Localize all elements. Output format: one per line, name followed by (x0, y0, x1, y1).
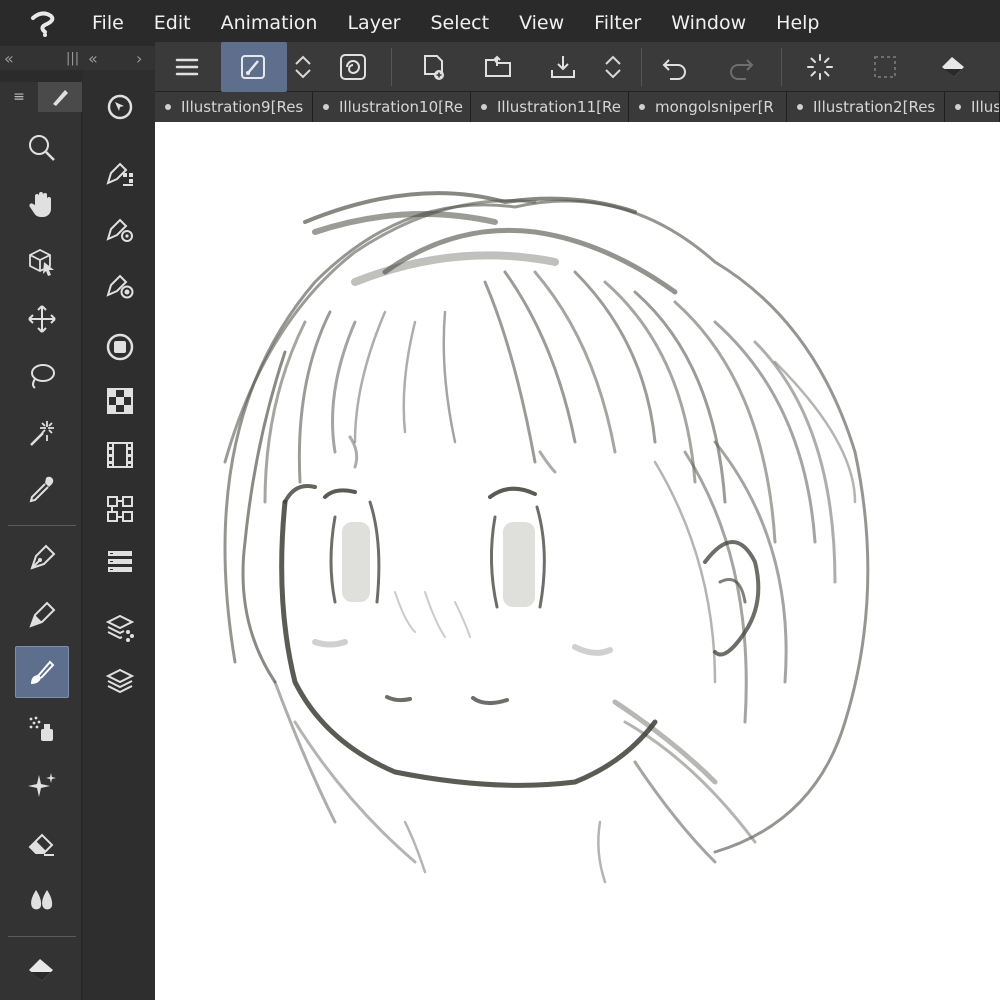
menu-file[interactable]: File (92, 12, 124, 34)
tab-dot-icon (323, 104, 329, 110)
menu-select[interactable]: Select (430, 12, 489, 34)
palette-separator (8, 936, 76, 937)
palette-header: ≡ (0, 82, 82, 112)
menu-window[interactable]: Window (671, 12, 746, 34)
hand-icon[interactable] (15, 179, 69, 231)
tab-label: Illus (971, 98, 1000, 116)
sub-tool-column (83, 70, 155, 1000)
sketch-artwork (223, 191, 870, 884)
animation-cels-icon[interactable] (99, 488, 141, 530)
pencil-icon[interactable] (15, 589, 69, 641)
brush-settings-icon[interactable] (99, 208, 141, 250)
tab-label: Illustration9[Res (181, 98, 304, 116)
tab-illustration9[interactable]: Illustration9[Res (155, 92, 313, 122)
menu-icon[interactable] (167, 46, 207, 88)
save-download-icon[interactable] (543, 46, 583, 88)
expand-right-button[interactable]: › (136, 49, 142, 68)
lasso-icon[interactable] (15, 350, 69, 402)
tab-dot-icon (481, 104, 487, 110)
fill-icon[interactable] (15, 944, 69, 996)
collapse-left-button[interactable]: « (4, 49, 14, 68)
layer-property-icon[interactable] (99, 542, 141, 584)
menu-edit[interactable]: Edit (154, 12, 191, 34)
airbrush-icon[interactable] (15, 703, 69, 755)
move-icon[interactable] (15, 293, 69, 345)
swirl-icon[interactable] (333, 46, 373, 88)
tool-property-icon[interactable] (99, 152, 141, 194)
redo-icon[interactable] (721, 46, 761, 88)
blend-icon[interactable] (15, 874, 69, 926)
tab-mongolsniper[interactable]: mongolsniper[R (629, 92, 787, 122)
pen-edit-icon[interactable] (233, 46, 273, 88)
tab-dot-icon (165, 104, 171, 110)
tab-label: Illustration2[Res (813, 98, 936, 116)
tab-illus[interactable]: Illus (945, 92, 1000, 122)
tab-label: Illustration11[Re (497, 98, 621, 116)
brush-size-icon[interactable] (99, 264, 141, 306)
tab-illustration10[interactable]: Illustration10[Re (313, 92, 471, 122)
tool-palette: ≡ (0, 82, 82, 1000)
magic-wand-icon[interactable] (15, 407, 69, 459)
tab-label: mongolsniper[R (655, 98, 774, 116)
menu-layer[interactable]: Layer (347, 12, 400, 34)
app-logo-icon[interactable] (0, 0, 84, 46)
menu-filter[interactable]: Filter (594, 12, 641, 34)
decoration-icon[interactable] (15, 760, 69, 812)
tab-illustration11[interactable]: Illustration11[Re (471, 92, 629, 122)
palette-menu-button[interactable]: ≡ (0, 82, 38, 112)
document-tabs: Illustration9[Res Illustration10[Re Illu… (155, 92, 1000, 122)
new-canvas-icon[interactable] (413, 46, 453, 88)
open-folder-icon[interactable] (478, 46, 518, 88)
tab-dot-icon (955, 104, 961, 110)
up-down-arrows-icon[interactable] (593, 46, 633, 88)
eraser-icon[interactable] (15, 817, 69, 869)
brush-icon[interactable] (15, 646, 69, 698)
timeline-film-icon[interactable] (99, 434, 141, 476)
collapse-sub-button[interactable]: « (88, 49, 98, 68)
3d-object-icon[interactable] (15, 236, 69, 288)
toolbar-separator (391, 48, 392, 86)
loading-icon[interactable] (800, 46, 840, 88)
panel-collapse-row: « ||| « › (0, 46, 155, 70)
up-down-arrows-icon[interactable] (283, 46, 323, 88)
pen-icon[interactable] (15, 532, 69, 584)
color-wheel-icon[interactable] (99, 326, 141, 368)
drawing-canvas[interactable] (155, 122, 1000, 1000)
layer-search-icon[interactable] (99, 607, 141, 649)
panel-grip-handle[interactable]: ||| (66, 51, 79, 66)
navigator-icon[interactable] (99, 86, 141, 128)
tab-label: Illustration10[Re (339, 98, 463, 116)
menu-help[interactable]: Help (776, 12, 819, 34)
palette-pen-icon[interactable] (38, 82, 82, 112)
menu-view[interactable]: View (519, 12, 564, 34)
tab-dot-icon (639, 104, 645, 110)
toolbar-separator (641, 48, 642, 86)
menu-animation[interactable]: Animation (221, 12, 318, 34)
command-bar (155, 42, 1000, 92)
eyedropper-icon[interactable] (15, 464, 69, 516)
selection-icon[interactable] (865, 46, 905, 88)
zoom-icon[interactable] (15, 122, 69, 174)
toolbar-separator (781, 48, 782, 86)
tab-dot-icon (797, 104, 803, 110)
fill-icon[interactable] (933, 46, 973, 88)
undo-icon[interactable] (655, 46, 695, 88)
color-set-icon[interactable] (99, 380, 141, 422)
palette-separator (8, 525, 76, 526)
layers-icon[interactable] (99, 661, 141, 703)
tab-illustration2[interactable]: Illustration2[Res (787, 92, 945, 122)
menu-bar: File Edit Animation Layer Select View Fi… (0, 0, 1000, 46)
